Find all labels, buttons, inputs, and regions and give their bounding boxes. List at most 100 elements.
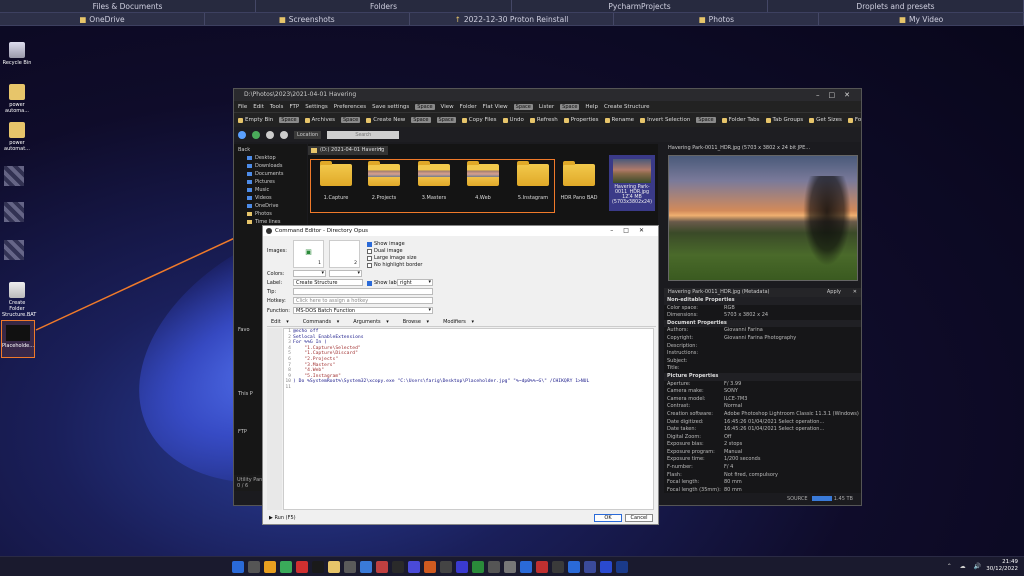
metadata-row[interactable]: Description: [664,343,861,351]
launcher-my-video[interactable]: ■ My Video [819,13,1024,25]
metadata-row[interactable]: Exposure bias: 2 stops [664,441,861,449]
metadata-row[interactable]: Camera make: SONY [664,388,861,396]
folder-item-4[interactable]: 5.Instagram [513,161,553,201]
metadata-apply-button[interactable]: Apply [827,288,841,297]
taskbar-app-icon[interactable] [248,561,260,573]
up-icon[interactable] [266,130,274,139]
metadata-value[interactable]: ILCE-7M3 [724,396,861,404]
taskbar-app-icon[interactable] [280,561,292,573]
taskbar-app-icon[interactable] [392,561,404,573]
dual-image-checkbox[interactable]: Dual image [367,248,403,254]
metadata-row[interactable]: Color space: RGB [664,305,861,313]
metadata-value[interactable]: Not fired, compulsory [724,472,861,480]
back-icon[interactable] [238,130,246,139]
menu-item-6[interactable]: Save settings [372,104,409,110]
image-slot-1[interactable]: ▣ 1 [293,240,324,268]
metadata-value[interactable]: 80 mm [724,479,861,487]
launcher-pycharm-projects[interactable]: PycharmProjects [512,0,768,12]
ok-button[interactable]: OK [594,514,622,522]
metadata-row[interactable]: Exposure time: 1/200 seconds [664,456,861,464]
clock[interactable]: 21:49 30/12/2022 [986,559,1018,573]
desktop-create-folder-bat[interactable]: Create Folder Structure.BAT [2,282,36,318]
taskbar-app-icon[interactable] [312,561,324,573]
metadata-value[interactable]: Giovanni Farina [724,327,861,335]
metadata-row[interactable]: Digital Zoom: Off [664,434,861,442]
metadata-value[interactable]: Off [724,434,861,442]
toolbar-button-12[interactable]: Invert Selection [640,117,690,123]
toolbar-button-16[interactable]: Get Sizes [809,117,842,123]
metadata-value[interactable] [724,350,861,358]
menu-item-1[interactable]: Edit [253,104,264,110]
tree-item-2[interactable]: Documents [234,170,307,178]
taskbar-app-icon[interactable] [504,561,516,573]
metadata-row[interactable]: Flash: Not fired, compulsory [664,472,861,480]
launcher-files-documents[interactable]: Files & Documents [0,0,256,12]
tree-item-6[interactable]: OneDrive [234,202,307,210]
folder-item-0[interactable]: 1.Capture [316,161,356,201]
menu-item-9[interactable]: Folder [460,104,477,110]
taskbar-app-icon[interactable] [616,561,628,573]
label-field[interactable]: Create Structure [293,279,363,286]
toolbar-button-7[interactable]: Copy Files [461,117,497,123]
metadata-value[interactable] [724,343,861,351]
taskbar-app-icon[interactable] [296,561,308,573]
metadata-value[interactable]: Manual [724,449,861,457]
no-highlight-checkbox[interactable]: No highlight border [367,262,422,268]
metadata-value[interactable]: F/ 3.99 [724,381,861,389]
taskbar-app-icon[interactable] [440,561,452,573]
taskbar-app-icon[interactable] [344,561,356,573]
location-label[interactable]: Location [294,130,322,139]
metadata-row[interactable]: Title: [664,365,861,373]
editor-menu-0[interactable]: Edit ▾ [267,318,293,326]
taskbar-app-icon[interactable] [328,561,340,573]
taskbar-app-icon[interactable] [552,561,564,573]
taskbar-app-icon[interactable] [520,561,532,573]
metadata-value[interactable]: 5703 x 3802 x 24 [724,312,861,320]
launcher-droplets-presets[interactable]: Droplets and presets [768,0,1024,12]
toolbar-space-3[interactable]: Space [340,117,361,123]
tree-item-5[interactable]: Videos [234,194,307,202]
search-input[interactable] [327,130,400,139]
large-image-checkbox[interactable]: Large image size [367,255,417,261]
metadata-value[interactable]: 1/200 seconds [724,456,861,464]
cancel-button[interactable]: Cancel [625,514,653,522]
tree-item-4[interactable]: Music [234,186,307,194]
menu-item-11[interactable]: Space [513,103,533,110]
metadata-row[interactable]: Camera model: ILCE-7M3 [664,396,861,404]
window-controls[interactable]: –□✕ [816,89,859,101]
folder-tab[interactable]: (D:) 2021-04-01 Havering [308,146,389,155]
taskbar-app-icon[interactable] [376,561,388,573]
code-editor[interactable]: 1 @echo off 2 Setlocal EnableExtensions 3 For… [283,328,654,510]
toolbar-button-8[interactable]: Undo [502,117,524,123]
launcher-photos[interactable]: ■ Photos [614,13,820,25]
run-button[interactable]: ▶ Run (F5) [269,515,296,521]
taskbar-app-icon[interactable] [360,561,372,573]
metadata-row[interactable]: Date taken: 16:45:26 01/04/2021 Select op… [664,426,861,434]
metadata-row[interactable]: Focal length: 80 mm [664,479,861,487]
metadata-value[interactable]: SONY [724,388,861,396]
menu-item-13[interactable]: Space [560,103,580,110]
toolbar-button-15[interactable]: Tab Groups [765,117,803,123]
tree-item-7[interactable]: Photos [234,210,307,218]
toolbar-space-1[interactable]: Space [279,117,299,123]
color-dropdown-1[interactable] [293,270,326,277]
taskbar-app-icon[interactable] [472,561,484,573]
toolbar-button-10[interactable]: Properties [563,117,599,123]
desktop-placeholder-jpg[interactable]: Placeholde... [1,320,35,358]
menu-item-5[interactable]: Preferences [334,104,366,110]
toolbar-button-14[interactable]: Folder Tabs [721,117,760,123]
tip-field[interactable] [293,288,433,295]
metadata-row[interactable]: Dimensions: 5703 x 3802 x 24 [664,312,861,320]
taskbar-app-icon[interactable] [600,561,612,573]
selected-file-havering[interactable]: Havering Park-0011_HDR.jpg 12.4 MB (5703… [609,155,655,211]
folder-item-2[interactable]: 3.Masters [414,161,454,201]
image-slot-2[interactable]: 2 [329,240,360,268]
metadata-value[interactable]: 80 mm [724,487,861,493]
function-type-dropdown[interactable]: MS-DOS Batch Function [293,307,433,314]
refresh-icon[interactable] [280,130,288,139]
color-dropdown-2[interactable] [329,270,362,277]
show-image-checkbox[interactable]: Show image [367,241,405,247]
taskbar-app-icon[interactable] [568,561,580,573]
metadata-row[interactable]: Authors: Giovanni Farina [664,327,861,335]
metadata-value[interactable]: Adobe Photoshop Lightroom Classic 11.3.1… [724,411,861,419]
